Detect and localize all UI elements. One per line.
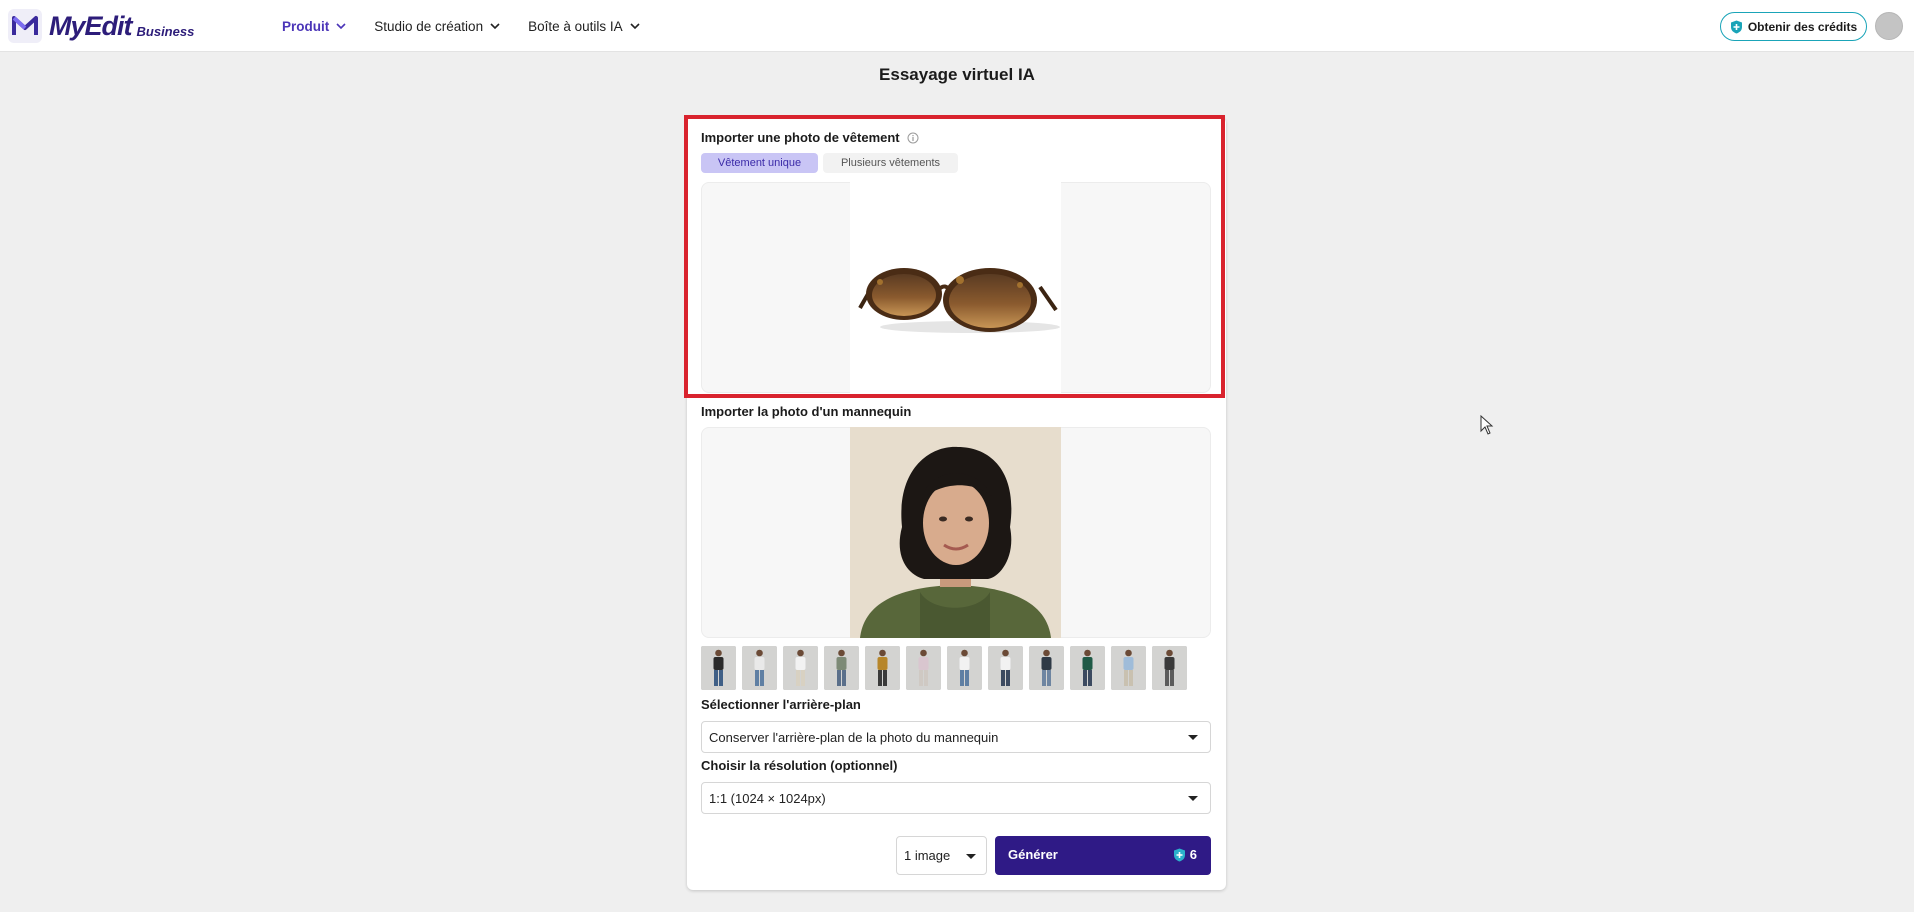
model-thumbnail-figure — [1029, 646, 1064, 690]
image-count-select[interactable]: 1 image — [896, 836, 987, 875]
model-thumbnail-figure — [1111, 646, 1146, 690]
main-nav: Produit Studio de création Boîte à outil… — [282, 0, 668, 52]
nav-boite-outils-ia[interactable]: Boîte à outils IA — [528, 19, 640, 34]
credit-shield-icon — [1730, 20, 1742, 33]
model-preview-image — [850, 427, 1061, 638]
tab-single-garment[interactable]: Vêtement unique — [701, 153, 818, 173]
credit-shield-icon — [1173, 848, 1185, 861]
model-thumbnail[interactable] — [947, 646, 982, 690]
model-thumbnail[interactable] — [865, 646, 900, 690]
mouse-cursor-icon — [1480, 415, 1494, 435]
model-thumbnail[interactable] — [701, 646, 736, 690]
model-portrait — [850, 427, 1061, 638]
model-thumbnail-figure — [783, 646, 818, 690]
resolution-select-value: 1:1 (1024 × 1024px) — [709, 790, 826, 806]
user-avatar[interactable] — [1875, 12, 1903, 40]
get-credits-label: Obtenir des crédits — [1747, 19, 1858, 34]
model-thumbnail[interactable] — [1111, 646, 1146, 690]
model-thumbnail-figure — [1152, 646, 1187, 690]
model-thumbnail[interactable] — [1029, 646, 1064, 690]
model-thumbnail-figure — [742, 646, 777, 690]
nav-studio-creation[interactable]: Studio de création — [374, 19, 500, 34]
top-navigation-bar: MyEdit Business Produit Studio de créati… — [0, 0, 1914, 52]
garment-upload-heading: Importer une photo de vêtement — [701, 130, 919, 145]
logo-business-label: Business — [136, 23, 195, 39]
caret-down-icon — [966, 854, 976, 859]
generate-credit-cost: 6 — [1173, 847, 1197, 862]
model-thumbnail[interactable] — [1152, 646, 1187, 690]
nav-studio-creation-label: Studio de création — [374, 18, 484, 34]
model-upload-label: Importer la photo d'un mannequin — [701, 404, 912, 419]
logo-text: MyEdit — [49, 10, 133, 41]
myedit-logo[interactable]: MyEdit Business — [8, 9, 194, 43]
sunglasses-image — [858, 268, 1060, 333]
chevron-down-icon — [336, 22, 346, 29]
nav-produit[interactable]: Produit — [282, 19, 346, 34]
tab-multiple-garments[interactable]: Plusieurs vêtements — [823, 153, 958, 173]
background-select[interactable]: Conserver l'arrière-plan de la photo du … — [701, 721, 1211, 753]
get-credits-button[interactable]: Obtenir des crédits — [1720, 12, 1867, 41]
page-title: Essayage virtuel IA — [879, 65, 1035, 84]
resolution-select[interactable]: 1:1 (1024 × 1024px) — [701, 782, 1211, 814]
nav-boite-outils-ia-label: Boîte à outils IA — [528, 18, 623, 34]
model-thumbnail-figure — [1070, 646, 1105, 690]
model-thumbnails — [701, 646, 1193, 690]
generate-button[interactable]: Générer 6 — [995, 836, 1211, 875]
model-thumbnail[interactable] — [783, 646, 818, 690]
generate-label: Générer — [1008, 847, 1058, 862]
myedit-logo-icon — [8, 9, 42, 43]
background-select-value: Conserver l'arrière-plan de la photo du … — [709, 729, 999, 745]
caret-down-icon — [1188, 735, 1198, 740]
model-thumbnail[interactable] — [824, 646, 859, 690]
chevron-down-icon — [490, 22, 500, 29]
model-thumbnail[interactable] — [1070, 646, 1105, 690]
model-thumbnail[interactable] — [742, 646, 777, 690]
model-thumbnail-figure — [906, 646, 941, 690]
garment-upload-label: Importer une photo de vêtement — [701, 130, 900, 145]
garment-preview-image — [850, 182, 1061, 393]
credit-cost-value: 6 — [1189, 847, 1197, 862]
nav-produit-label: Produit — [282, 18, 330, 34]
model-thumbnail-figure — [824, 646, 859, 690]
model-thumbnail[interactable] — [988, 646, 1023, 690]
model-thumbnail-figure — [988, 646, 1023, 690]
chevron-down-icon — [630, 22, 640, 29]
caret-down-icon — [1188, 796, 1198, 801]
background-label: Sélectionner l'arrière-plan — [701, 697, 861, 712]
model-thumbnail-figure — [947, 646, 982, 690]
info-icon[interactable] — [907, 132, 919, 144]
model-thumbnail-figure — [865, 646, 900, 690]
resolution-label: Choisir la résolution (optionnel) — [701, 758, 898, 773]
image-count-value: 1 image — [904, 848, 951, 863]
model-thumbnail-figure — [701, 646, 736, 690]
model-thumbnail[interactable] — [906, 646, 941, 690]
